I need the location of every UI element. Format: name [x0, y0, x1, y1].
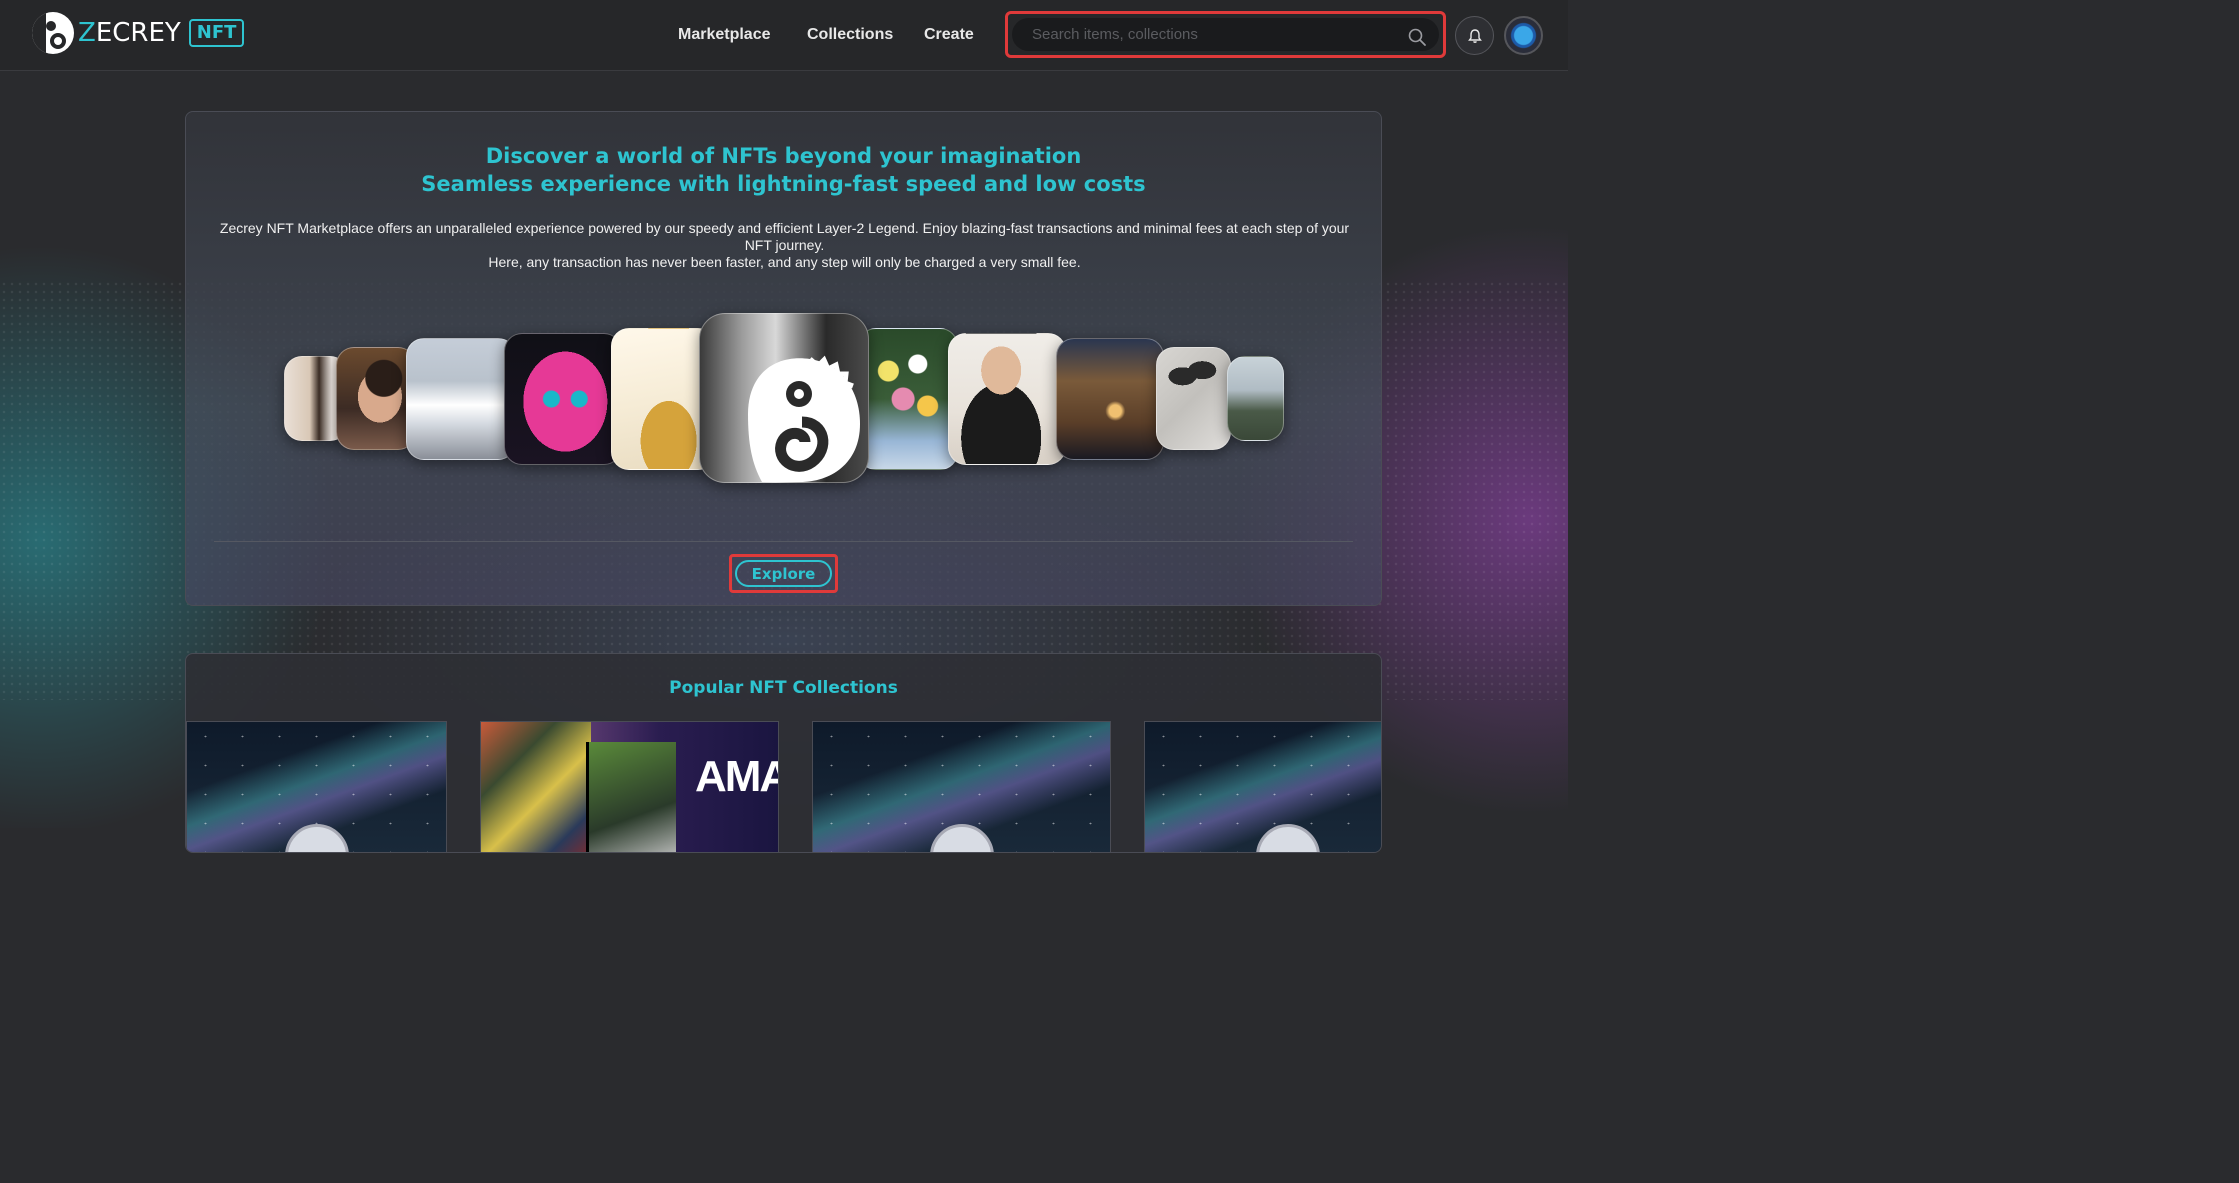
carousel-card-tower-landscape[interactable]: [1227, 356, 1284, 441]
collection-card[interactable]: [186, 721, 447, 852]
chameleon-logo-icon: [32, 12, 74, 54]
carousel-card-snowy-city[interactable]: [406, 338, 516, 460]
zecrey-chameleon-icon: [748, 355, 860, 482]
carousel-card-boy-portrait[interactable]: [336, 347, 416, 450]
popular-collections-title: Popular NFT Collections: [669, 678, 898, 698]
carousel-card-man-portrait[interactable]: [948, 333, 1066, 465]
hero-title-line2: Seamless experience with lightning-fast …: [421, 172, 1146, 196]
collection-banner-art: [586, 742, 676, 852]
hero-panel: Discover a world of NFTs beyond your ima…: [185, 111, 1382, 606]
logo-nft-badge: NFT: [188, 19, 245, 47]
collection-card[interactable]: [1144, 721, 1381, 852]
explore-highlight-box: Explore: [729, 554, 838, 593]
bell-icon: [1467, 28, 1482, 43]
site-logo[interactable]: ZECREY NFT: [32, 12, 245, 54]
explore-button[interactable]: Explore: [735, 560, 832, 587]
collection-card[interactable]: [812, 721, 1111, 852]
nav-marketplace[interactable]: Marketplace: [678, 26, 771, 44]
hero-divider: [214, 541, 1353, 542]
carousel-card-flowers[interactable]: [858, 328, 958, 470]
collection-card[interactable]: AMA: [480, 721, 779, 852]
carousel-card-house-night[interactable]: [1056, 338, 1164, 460]
user-avatar[interactable]: [1504, 16, 1543, 55]
logo-text: ZECREY: [78, 18, 181, 48]
hero-title-line1: Discover a world of NFTs beyond your ima…: [485, 144, 1082, 168]
search-bar: [1012, 18, 1439, 51]
search-input[interactable]: [1032, 18, 1392, 51]
carousel-card-zecrey-logo[interactable]: [699, 313, 869, 483]
nav-collections[interactable]: Collections: [807, 26, 893, 44]
search-highlight-box: [1005, 11, 1446, 58]
collection-banner-text: AMA: [695, 752, 778, 801]
nav-create[interactable]: Create: [924, 26, 974, 44]
carousel-card-slippers-floor[interactable]: [1156, 347, 1231, 450]
search-icon[interactable]: [1407, 27, 1427, 47]
top-header: ZECREY NFT Marketplace Collections Creat…: [0, 0, 1568, 71]
notifications-button[interactable]: [1455, 16, 1494, 55]
popular-collections-section: Popular NFT Collections AMA: [185, 653, 1382, 853]
collection-banner-art: [481, 722, 591, 852]
hero-description: Zecrey NFT Marketplace offers an unparal…: [219, 220, 1350, 270]
carousel-card-neon-cat[interactable]: [504, 333, 622, 465]
